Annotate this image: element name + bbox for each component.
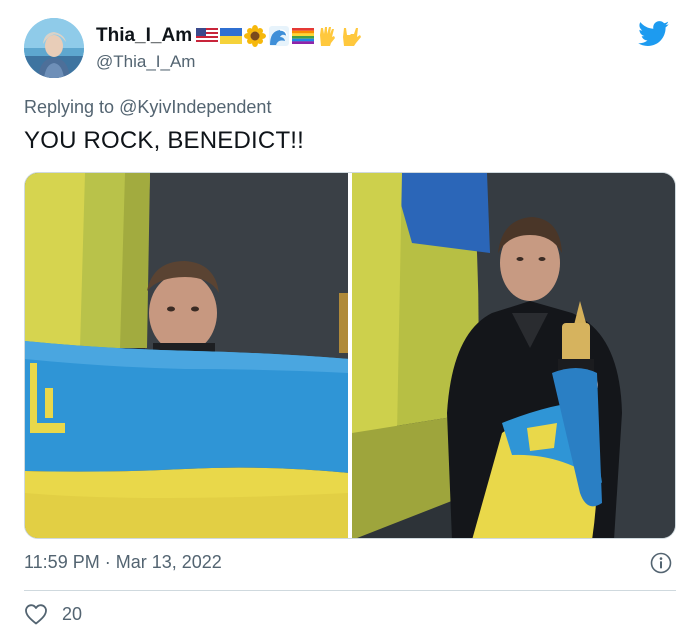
divider [24, 590, 676, 591]
ukraine-flag-icon [220, 28, 243, 44]
reply-context: Replying to @KyivIndependent [24, 97, 271, 118]
wave-icon [269, 26, 290, 46]
name-emoji-row [196, 25, 362, 47]
like-count: 20 [62, 603, 83, 624]
twitter-logo-icon[interactable] [638, 21, 670, 47]
rainbow-flag-icon [292, 28, 315, 44]
rock-on-hand-icon [343, 28, 362, 46]
vulcan-salute-icon [320, 27, 336, 46]
photo-left[interactable] [25, 173, 348, 538]
sunflower-icon [244, 25, 267, 47]
media-grid [24, 172, 676, 539]
avatar[interactable] [24, 18, 84, 78]
reply-mention-link[interactable]: @KyivIndependent [119, 97, 271, 117]
reply-prefix: Replying to [24, 97, 120, 117]
author-handle[interactable]: @Thia_I_Am [96, 52, 195, 72]
tweet-text: YOU ROCK, BENEDICT!! [24, 127, 305, 154]
heart-icon[interactable] [24, 603, 48, 625]
photo-right[interactable] [352, 173, 675, 538]
us-flag-icon [196, 28, 219, 44]
like-row[interactable]: 20 [24, 603, 82, 625]
tweet-card: Thia_I_Am @Thia_I_Am Replying to @KyivIn… [0, 0, 700, 642]
author-name-text[interactable]: Thia_I_Am [96, 25, 192, 47]
tweet-timestamp[interactable]: 11:59 PM · Mar 13, 2022 [24, 552, 222, 573]
info-icon[interactable] [650, 552, 672, 574]
author-display-name[interactable]: Thia_I_Am [96, 25, 362, 47]
